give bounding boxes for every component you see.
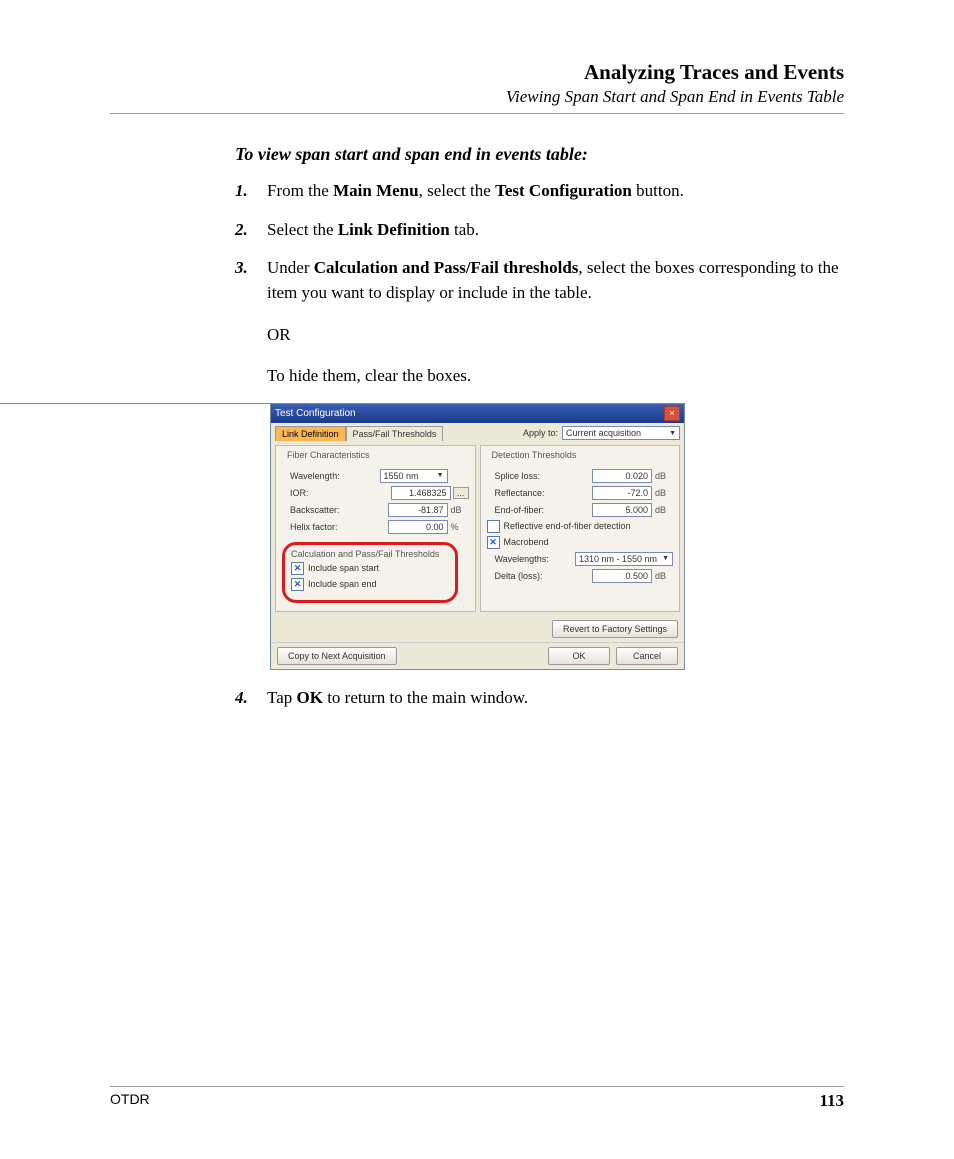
panel-title: Fiber Characteristics — [284, 450, 373, 460]
step-3-or: OR — [267, 323, 844, 348]
step-2: 2. Select the Link Definition tab. — [235, 218, 844, 243]
dialog-title: Test Configuration — [275, 408, 356, 419]
unit-db: dB — [652, 488, 673, 498]
dialog-screenshot: Test Configuration × Link Definition Pas… — [270, 403, 685, 670]
calc-passfail-group: Calculation and Pass/Fail Thresholds ✕ I… — [282, 542, 458, 603]
step-number: 3. — [235, 256, 267, 305]
page-header: Analyzing Traces and Events Viewing Span… — [110, 60, 844, 114]
wavelengths-select[interactable]: 1310 nm - 1550 nm▼ — [575, 552, 673, 566]
helix-label: Helix factor: — [282, 522, 388, 532]
step-text: Select the Link Definition tab. — [267, 218, 479, 243]
step-3: 3. Under Calculation and Pass/Fail thres… — [235, 256, 844, 305]
splice-label: Splice loss: — [487, 471, 593, 481]
reflectance-input[interactable]: -72.0 — [592, 486, 652, 500]
splice-input[interactable]: 0.020 — [592, 469, 652, 483]
step-4: 4. Tap OK to return to the main window. — [235, 686, 844, 711]
panel-detection-thresholds: Detection Thresholds Splice loss: 0.020 … — [480, 445, 681, 612]
close-icon[interactable]: × — [664, 406, 680, 421]
checkbox-span-end[interactable]: ✕ — [291, 578, 304, 591]
helix-input[interactable]: 0.00 — [388, 520, 448, 534]
span-start-label: Include span start — [308, 563, 379, 573]
step-text: Tap OK to return to the main window. — [267, 686, 528, 711]
eof-label: End-of-fiber: — [487, 505, 593, 515]
ok-button[interactable]: OK — [548, 647, 610, 665]
refeof-label: Reflective end-of-fiber detection — [504, 521, 631, 531]
checkbox-reflective-eof[interactable]: ✕ — [487, 520, 500, 533]
apply-to-label: Apply to: — [523, 428, 558, 438]
dialog-titlebar: Test Configuration × — [271, 404, 684, 423]
step-number: 1. — [235, 179, 267, 204]
eof-input[interactable]: 5.000 — [592, 503, 652, 517]
step-number: 2. — [235, 218, 267, 243]
checkbox-span-start[interactable]: ✕ — [291, 562, 304, 575]
step-number: 4. — [235, 686, 267, 711]
ior-more-button[interactable]: ... — [453, 487, 469, 499]
page-number: 113 — [819, 1091, 844, 1111]
wavelengths-label: Wavelengths: — [487, 554, 576, 564]
unit-db: dB — [448, 505, 469, 515]
step-1: 1. From the Main Menu, select the Test C… — [235, 179, 844, 204]
cancel-button[interactable]: Cancel — [616, 647, 678, 665]
chevron-down-icon: ▼ — [437, 472, 444, 479]
delta-label: Delta (loss): — [487, 571, 593, 581]
reflectance-label: Reflectance: — [487, 488, 593, 498]
wavelength-label: Wavelength: — [282, 471, 380, 481]
copy-next-button[interactable]: Copy to Next Acquisition — [277, 647, 397, 665]
step-text: From the Main Menu, select the Test Conf… — [267, 179, 684, 204]
chapter-title: Analyzing Traces and Events — [110, 60, 844, 85]
panel-fiber-characteristics: Fiber Characteristics Wavelength: 1550 n… — [275, 445, 476, 612]
calc-title: Calculation and Pass/Fail Thresholds — [291, 549, 441, 559]
panel-title: Detection Thresholds — [489, 450, 580, 460]
delta-input[interactable]: 0.500 — [592, 569, 652, 583]
macrobend-label: Macrobend — [504, 537, 549, 547]
ior-input[interactable]: 1.468325 — [391, 486, 451, 500]
unit-db: dB — [652, 505, 673, 515]
step-3-alt: To hide them, clear the boxes. — [267, 364, 844, 389]
step-text: Under Calculation and Pass/Fail threshol… — [267, 256, 844, 305]
tab-passfail[interactable]: Pass/Fail Thresholds — [346, 426, 444, 441]
backscatter-input[interactable]: -81.87 — [388, 503, 448, 517]
unit-db: dB — [652, 571, 673, 581]
page-footer: OTDR 113 — [110, 1086, 844, 1111]
tab-link-definition[interactable]: Link Definition — [275, 426, 346, 441]
span-end-label: Include span end — [308, 579, 377, 589]
apply-to-select[interactable]: Current acquisition▼ — [562, 426, 680, 440]
checkbox-macrobend[interactable]: ✕ — [487, 536, 500, 549]
backscatter-label: Backscatter: — [282, 505, 388, 515]
unit-db: dB — [652, 471, 673, 481]
chevron-down-icon: ▼ — [662, 555, 669, 562]
wavelength-select[interactable]: 1550 nm▼ — [380, 469, 448, 483]
unit-percent: % — [448, 522, 469, 532]
procedure-title: To view span start and span end in event… — [235, 144, 844, 165]
section-title: Viewing Span Start and Span End in Event… — [110, 87, 844, 107]
revert-button[interactable]: Revert to Factory Settings — [552, 620, 678, 638]
footer-product: OTDR — [110, 1091, 150, 1111]
chevron-down-icon: ▼ — [669, 430, 676, 437]
ior-label: IOR: — [282, 488, 391, 498]
